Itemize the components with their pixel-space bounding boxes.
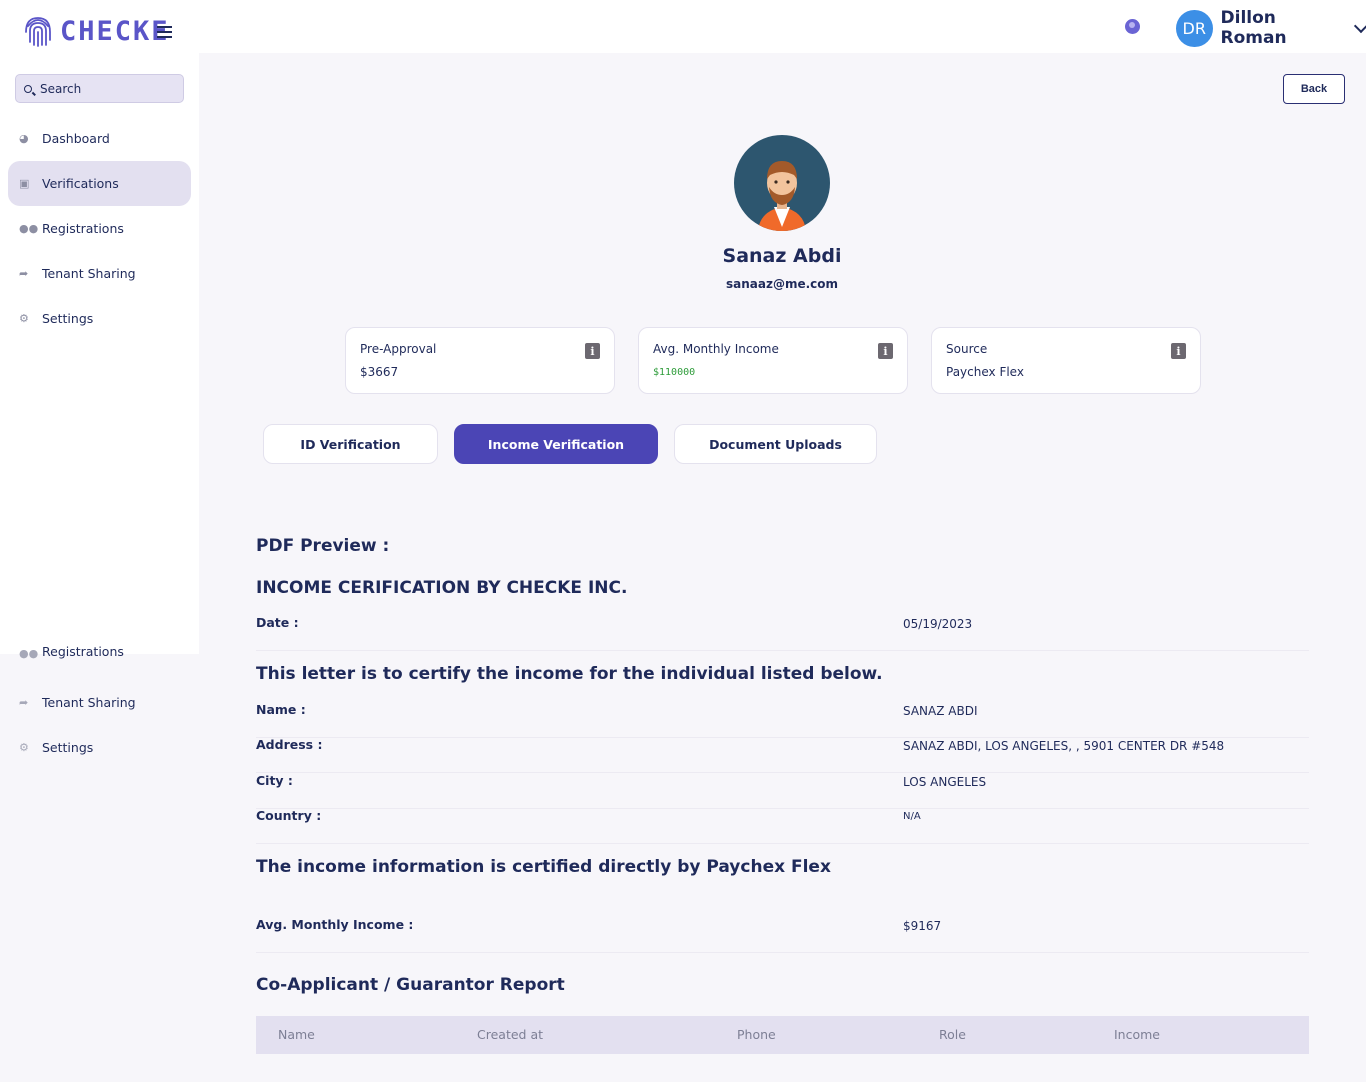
date-row: Date : 05/19/2023 <box>256 615 1309 651</box>
avg-income-row: Avg. Monthly Income : $9167 <box>256 917 1309 953</box>
sidebar-item-label: Settings <box>42 739 94 755</box>
certified-by-text: The income information is certified dire… <box>256 857 831 877</box>
person-avatar-icon <box>758 161 806 231</box>
sidebar-item-verifications[interactable]: ▣ Verifications <box>8 161 191 206</box>
address-label: Address : <box>256 737 323 752</box>
verifications-icon: ▣ <box>19 177 30 190</box>
sidebar-item-registrations[interactable]: ●● Registrations <box>8 206 191 251</box>
sidebar-item-label: Settings <box>42 311 94 326</box>
stat-label: Source <box>946 342 988 356</box>
tab-document-uploads[interactable]: Document Uploads <box>674 424 877 464</box>
sidebar: Search ◕ Dashboard ▣ Verifications ●● Re… <box>0 53 199 654</box>
profile-email: sanaaz@me.com <box>725 277 839 291</box>
search-icon <box>24 84 32 93</box>
brand-logo[interactable]: CHECKE <box>24 14 170 48</box>
stat-card-pre-approval: Pre-Approval $3667 i <box>345 327 615 394</box>
column-header-income[interactable]: Income <box>1114 1027 1160 1042</box>
column-header-name[interactable]: Name <box>278 1027 315 1042</box>
gears-icon: ⚙ <box>19 312 29 325</box>
country-row: Country : N/A <box>256 808 1309 844</box>
profile-name: Sanaz Abdi <box>722 245 842 267</box>
country-label: Country : <box>256 808 322 823</box>
stat-card-avg-monthly-income: Avg. Monthly Income $110000 i <box>638 327 908 394</box>
user-menu[interactable]: DR Dillon Roman <box>1176 8 1366 48</box>
search-input[interactable]: Search <box>15 74 184 103</box>
sidebar-item-dashboard[interactable]: ◕ Dashboard <box>8 116 191 161</box>
stat-value: $110000 <box>653 367 696 378</box>
user-name: Dillon Roman <box>1220 8 1287 48</box>
column-header-role[interactable]: Role <box>939 1027 966 1042</box>
brand-name: CHECKE <box>60 15 170 47</box>
column-header-phone[interactable]: Phone <box>737 1027 776 1042</box>
sidebar-ghost-tenant-sharing[interactable]: ➦ Tenant Sharing <box>8 687 191 717</box>
sidebar-item-label: Registrations <box>42 644 124 659</box>
info-icon[interactable]: i <box>1171 343 1186 359</box>
search-placeholder: Search <box>40 81 82 96</box>
sidebar-item-label: Dashboard <box>42 131 110 146</box>
coapplicant-title: Co-Applicant / Guarantor Report <box>256 975 565 995</box>
avg-income-value: $9167 <box>903 919 942 933</box>
sidebar-item-tenant-sharing[interactable]: ➦ Tenant Sharing <box>8 251 191 296</box>
coapplicant-table-header: Name Created at Phone Role Income <box>256 1016 1309 1054</box>
country-value: N/A <box>903 811 921 822</box>
address-value: SANAZ ABDI, LOS ANGELES, , 5901 CENTER D… <box>903 739 1225 753</box>
back-button[interactable]: Back <box>1283 74 1345 104</box>
stat-label: Avg. Monthly Income <box>653 342 779 356</box>
sidebar-item-label: Tenant Sharing <box>42 266 136 281</box>
top-bar: CHECKE DR Dillon Roman <box>0 0 1366 53</box>
date-label: Date : <box>256 615 299 630</box>
address-row: Address : SANAZ ABDI, LOS ANGELES, , 590… <box>256 737 1309 773</box>
name-row: Name : SANAZ ABDI <box>256 702 1309 738</box>
gears-icon: ⚙ <box>19 740 29 754</box>
share-icon: ➦ <box>19 695 29 709</box>
tab-id-verification[interactable]: ID Verification <box>263 424 438 464</box>
sidebar-item-label: Verifications <box>42 176 119 191</box>
chevron-down-icon <box>1354 18 1366 34</box>
city-value: LOS ANGELES <box>903 775 987 789</box>
users-icon: ●● <box>19 222 39 235</box>
name-label: Name : <box>256 702 306 717</box>
sidebar-item-settings[interactable]: ⚙ Settings <box>8 296 191 341</box>
users-icon: ●● <box>19 647 39 659</box>
stat-card-source: Source Paychex Flex i <box>931 327 1201 394</box>
fingerprint-icon <box>25 17 51 47</box>
pdf-preview-title: PDF Preview : <box>256 536 390 556</box>
share-icon: ➦ <box>19 267 29 280</box>
stat-value: Paychex Flex <box>946 365 1024 379</box>
dashboard-icon: ◕ <box>19 132 29 145</box>
globe-icon[interactable] <box>1125 19 1140 34</box>
city-row: City : LOS ANGELES <box>256 773 1309 809</box>
info-icon[interactable]: i <box>585 343 600 359</box>
certification-heading: INCOME CERIFICATION BY CHECKE INC. <box>256 578 628 598</box>
avatar <box>734 135 830 231</box>
sidebar-ghost-settings[interactable]: ⚙ Settings <box>8 732 191 762</box>
sidebar-item-label: Tenant Sharing <box>42 694 136 710</box>
avg-income-label: Avg. Monthly Income : <box>256 917 414 932</box>
info-icon[interactable]: i <box>878 343 893 359</box>
column-header-created-at[interactable]: Created at <box>477 1027 543 1042</box>
city-label: City : <box>256 773 293 788</box>
date-value: 05/19/2023 <box>903 617 973 631</box>
stat-value: $3667 <box>360 365 399 379</box>
sidebar-item-label: Registrations <box>42 221 124 236</box>
avatar: DR <box>1176 9 1213 47</box>
name-value: SANAZ ABDI <box>903 704 978 718</box>
tab-income-verification[interactable]: Income Verification <box>454 424 658 464</box>
certify-text: This letter is to certify the income for… <box>256 664 883 684</box>
menu-toggle-icon[interactable] <box>157 26 172 41</box>
stat-label: Pre-Approval <box>360 342 437 356</box>
sidebar-ghost-registrations[interactable]: ●● Registrations <box>8 643 191 659</box>
